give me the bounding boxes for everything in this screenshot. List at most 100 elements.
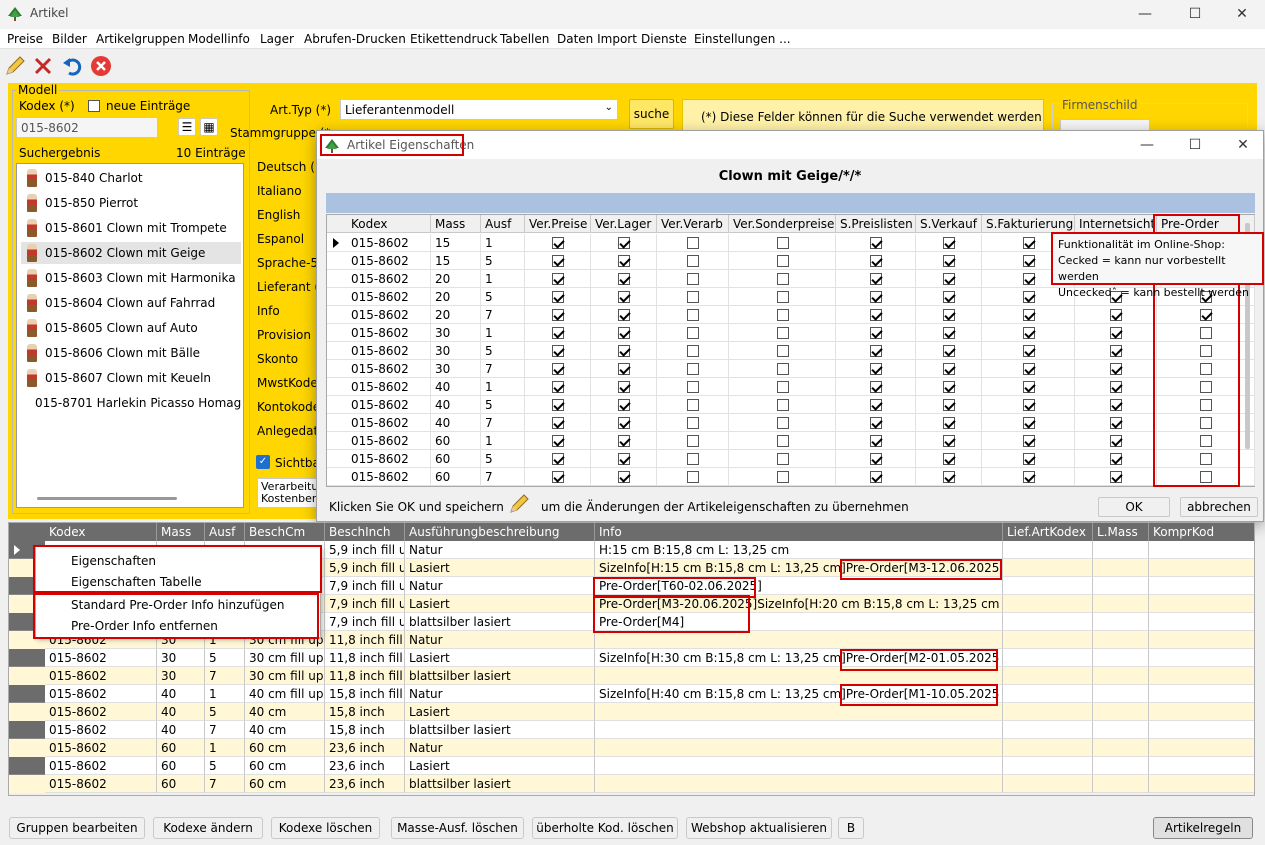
property-checkbox[interactable] [776,471,789,483]
kodex-input[interactable]: 015-8602 [16,117,158,138]
property-checkbox[interactable] [552,381,564,393]
property-checkbox[interactable] [776,309,789,321]
verarbeitung-field[interactable]: Verarbeitu Kostenber [257,478,319,508]
menu-tabellen[interactable]: Tabellen [500,32,549,46]
property-checkbox[interactable] [776,435,789,447]
property-checkbox[interactable] [776,381,789,393]
property-checkbox[interactable] [776,327,789,339]
property-checkbox[interactable] [687,309,699,321]
grid-row[interactable]: 015-8602 60 7 [327,468,1255,486]
property-checkbox[interactable] [552,417,564,429]
property-checkbox[interactable] [870,273,882,285]
property-checkbox[interactable] [618,309,630,321]
ueberholte-kod-loeschen-button[interactable]: überholte Kod. löschen [532,817,678,839]
suchergebnis-list[interactable]: 015-840 Charlot 015-850 Pierrot 015-8601 C… [16,163,244,508]
masse-ausf-loeschen-button[interactable]: Masse-Ausf. löschen [391,817,524,839]
property-checkbox[interactable] [776,345,789,357]
property-checkbox[interactable] [943,327,955,339]
property-checkbox[interactable] [1110,363,1122,375]
list-item[interactable]: 015-8606 Clown mit Bälle [21,342,241,364]
property-checkbox[interactable] [870,453,882,465]
minimize-icon[interactable]: — [1135,4,1155,24]
property-checkbox[interactable] [870,309,882,321]
property-checkbox[interactable] [687,381,699,393]
property-checkbox[interactable] [1110,435,1122,447]
property-checkbox[interactable] [1110,417,1122,429]
table-row[interactable]: 015-8602 30 5 30 cm fill up 11,8 inch fill La… [9,649,1254,667]
list-item[interactable]: 015-8601 Clown mit Trompete [21,217,241,239]
property-checkbox[interactable] [943,309,955,321]
property-checkbox[interactable] [618,381,630,393]
menu-daten-import[interactable]: Daten Import [557,32,637,46]
property-checkbox[interactable] [943,381,955,393]
list-item[interactable]: 015-8602 Clown mit Geige [21,242,241,264]
menu-abrufen-drucken[interactable]: Abrufen-Drucken [304,32,406,46]
property-checkbox[interactable] [552,471,564,483]
neue-eintraege-checkbox[interactable] [88,100,100,112]
property-checkbox[interactable] [687,345,699,357]
dialog-close-icon[interactable]: ✕ [1233,135,1253,155]
property-checkbox[interactable] [618,435,630,447]
property-checkbox[interactable] [870,417,882,429]
property-checkbox[interactable] [943,471,955,483]
property-checkbox[interactable] [1022,399,1035,411]
table-row[interactable]: 015-8602 60 7 60 cm 23,6 inch blattsilber las… [9,775,1254,793]
property-checkbox[interactable] [943,291,955,303]
property-checkbox[interactable] [687,399,699,411]
kodexe-aendern-button[interactable]: Kodexe ändern [153,817,263,839]
property-checkbox[interactable] [1022,417,1035,429]
abbrechen-button[interactable]: abbrechen [1180,497,1258,517]
close-icon[interactable]: ✕ [1232,4,1252,24]
property-checkbox[interactable] [943,255,955,267]
grid-row[interactable]: 015-8602 30 5 [327,342,1255,360]
property-checkbox[interactable] [870,291,882,303]
dialog-minimize-icon[interactable]: — [1137,135,1157,155]
property-checkbox[interactable] [1022,327,1035,339]
webshop-aktualisieren-button[interactable]: Webshop aktualisieren [686,817,832,839]
property-checkbox[interactable] [870,399,882,411]
property-checkbox[interactable] [870,363,882,375]
property-checkbox[interactable] [943,237,955,249]
property-checkbox[interactable] [687,255,699,267]
menu-dienste[interactable]: Dienste [641,32,687,46]
list-item[interactable]: 015-8603 Clown mit Harmonika [21,267,241,289]
grid-row[interactable]: 015-8602 60 1 [327,432,1255,450]
property-checkbox[interactable] [552,309,564,321]
property-checkbox[interactable] [870,255,882,267]
property-checkbox[interactable] [618,273,630,285]
table-row[interactable]: 015-8602 60 5 60 cm 23,6 inch Lasiert [9,757,1254,775]
property-checkbox[interactable] [776,273,789,285]
property-checkbox[interactable] [1110,327,1122,339]
property-checkbox[interactable] [943,363,955,375]
property-checkbox[interactable] [776,399,789,411]
property-checkbox[interactable] [1022,291,1035,303]
property-checkbox[interactable] [618,237,630,249]
property-checkbox[interactable] [1110,309,1122,321]
property-checkbox[interactable] [618,255,630,267]
property-checkbox[interactable] [1110,471,1122,483]
list-item[interactable]: 015-8605 Clown auf Auto [21,317,241,339]
grid-row[interactable]: 015-8602 40 1 [327,378,1255,396]
property-checkbox[interactable] [943,273,955,285]
arttyp-select[interactable]: Lieferantenmodell ⌄ [340,99,618,120]
property-checkbox[interactable] [618,363,630,375]
property-checkbox[interactable] [870,327,882,339]
property-checkbox[interactable] [618,453,630,465]
property-checkbox[interactable] [1022,453,1035,465]
property-checkbox[interactable] [1022,345,1035,357]
ok-button[interactable]: OK [1098,497,1170,517]
table-row[interactable]: 015-8602 40 5 40 cm 15,8 inch Lasiert [9,703,1254,721]
property-checkbox[interactable] [687,363,699,375]
list-item[interactable]: 015-850 Pierrot [21,192,241,214]
table-row[interactable]: 015-8602 30 7 30 cm fill up 11,8 inch fill bl… [9,667,1254,685]
grid-row[interactable]: 015-8602 20 7 [327,306,1255,324]
property-checkbox[interactable] [1110,381,1122,393]
property-checkbox[interactable] [1022,363,1035,375]
grid-view-icon[interactable]: ▦ [200,118,218,136]
grid-row[interactable]: 015-8602 40 7 [327,414,1255,432]
close-circle-icon[interactable] [90,55,112,77]
property-checkbox[interactable] [870,237,882,249]
property-checkbox[interactable] [776,291,789,303]
property-checkbox[interactable] [687,417,699,429]
property-checkbox[interactable] [687,291,699,303]
